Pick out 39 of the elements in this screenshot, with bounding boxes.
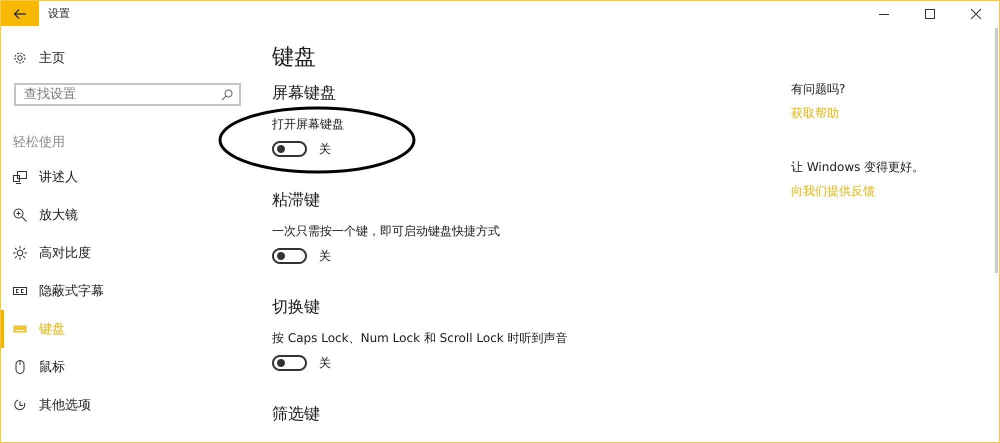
- search-icon: [221, 89, 233, 101]
- captions-icon: [13, 284, 27, 298]
- back-button[interactable]: [1, 1, 39, 26]
- nav-item[interactable]: 鼠标: [1, 348, 259, 386]
- clock-icon: [13, 398, 27, 412]
- nav-item[interactable]: 放大镜: [1, 196, 259, 234]
- toggle-switch[interactable]: [272, 141, 307, 157]
- section-heading: 粘滞键: [272, 189, 321, 211]
- gear-icon: [13, 51, 27, 65]
- toggle-switch[interactable]: [272, 248, 307, 264]
- nav-item[interactable]: 其他选项: [1, 386, 259, 424]
- setting-label: 按 Caps Lock、Num Lock 和 Scroll Lock 时听到声音: [272, 330, 569, 347]
- setting-label: 一次只需按一个键，即可启动键盘快捷方式: [272, 223, 501, 240]
- feedback-text: 让 Windows 变得更好。: [791, 159, 926, 176]
- toggle-state: 关: [319, 140, 331, 158]
- nav-item[interactable]: 高对比度: [1, 234, 259, 272]
- toggle-state: 关: [319, 248, 331, 264]
- mouse-icon: [13, 360, 27, 374]
- monitor-icon: [13, 170, 27, 184]
- magnifier-icon: [13, 208, 27, 222]
- nav-item[interactable]: 隐蔽式字幕: [1, 272, 259, 310]
- section-heading: 筛选键: [272, 403, 321, 425]
- toggle-switch[interactable]: [272, 355, 307, 371]
- toggle-state: 关: [319, 354, 331, 372]
- window-title: 设置: [48, 6, 70, 21]
- search-field[interactable]: 查找设置: [14, 83, 241, 106]
- section-heading: 屏幕键盘: [272, 82, 337, 104]
- page-title: 键盘: [272, 44, 317, 72]
- sun-icon: [13, 246, 27, 260]
- nav-item[interactable]: 讲述人: [1, 158, 259, 196]
- home-nav-item[interactable]: 主页: [13, 46, 259, 70]
- section-title: 轻松使用: [13, 134, 66, 152]
- setting-label: 打开屏幕键盘: [272, 116, 345, 133]
- back-arrow-icon: [13, 8, 27, 20]
- close-icon: [971, 8, 981, 18]
- maximize-icon: [925, 8, 935, 18]
- section-heading: 切换键: [272, 296, 321, 318]
- help-question: 有问题吗?: [791, 81, 846, 98]
- scrollbar[interactable]: [995, 28, 998, 273]
